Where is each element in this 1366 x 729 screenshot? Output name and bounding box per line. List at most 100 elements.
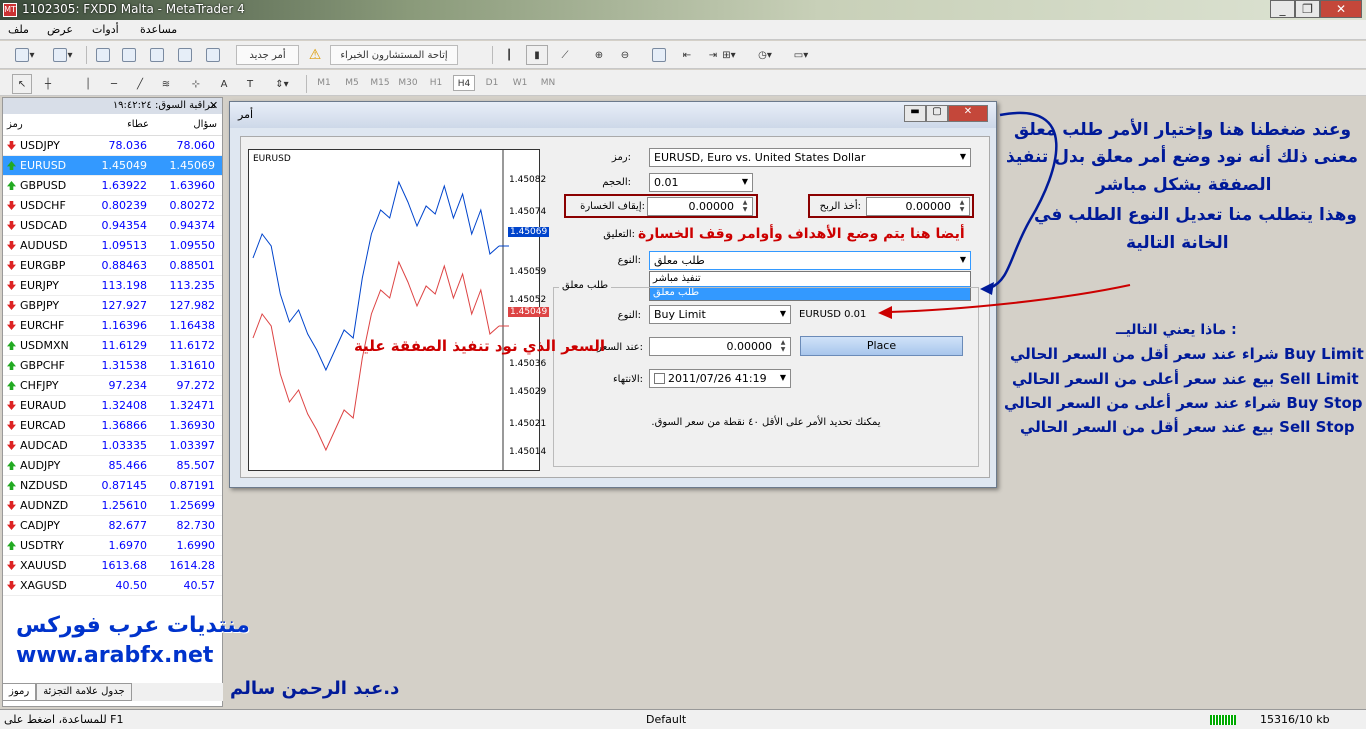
market-watch-row[interactable]: XAUUSD 1613.68 1614.28 bbox=[3, 556, 222, 576]
text-tool[interactable]: A bbox=[214, 74, 234, 94]
market-watch-row[interactable]: AUDNZD 1.25610 1.25699 bbox=[3, 496, 222, 516]
close-button[interactable]: ✕ bbox=[1320, 0, 1362, 18]
strategy-tester-button[interactable] bbox=[202, 45, 224, 65]
dialog-maximize-button[interactable]: ▢ bbox=[926, 105, 948, 122]
candles-button[interactable]: ▮ bbox=[526, 45, 548, 65]
zoom-out-button[interactable]: ⊖ bbox=[614, 45, 636, 65]
market-watch-row[interactable]: USDCHF 0.80239 0.80272 bbox=[3, 196, 222, 216]
data-window-button[interactable] bbox=[118, 45, 140, 65]
market-watch-row[interactable]: NZDUSD 0.87145 0.87191 bbox=[3, 476, 222, 496]
market-watch-row[interactable]: USDTRY 1.6970 1.6990 bbox=[3, 536, 222, 556]
tf-m30[interactable]: M30 bbox=[397, 75, 419, 91]
market-watch-row[interactable]: CADJPY 82.677 82.730 bbox=[3, 516, 222, 536]
place-button[interactable]: Place bbox=[800, 336, 963, 356]
cursor-tool[interactable]: ↖ bbox=[12, 74, 32, 94]
tab-symbols[interactable]: رموز bbox=[2, 683, 37, 701]
symbol-name: AUDNZD bbox=[20, 499, 69, 512]
pending-type-select[interactable]: Buy Limit bbox=[649, 305, 791, 324]
crosshair-tool[interactable]: ┼ bbox=[38, 74, 58, 94]
tf-mn[interactable]: MN bbox=[537, 75, 559, 91]
menu-help[interactable]: مساعدة bbox=[140, 23, 177, 36]
indicators-button[interactable]: ⊞▾ bbox=[714, 45, 744, 65]
maximize-button[interactable]: ❐ bbox=[1295, 0, 1320, 18]
channel-tool[interactable]: ≋ bbox=[156, 74, 176, 94]
market-watch-row[interactable]: EURUSD 1.45049 1.45069 bbox=[3, 156, 222, 176]
menu-view[interactable]: عرض bbox=[47, 23, 73, 36]
fibo-icon: ⊹ bbox=[191, 78, 201, 90]
fibo-tool[interactable]: ⊹ bbox=[186, 74, 206, 94]
market-watch-row[interactable]: AUDCAD 1.03335 1.03397 bbox=[3, 436, 222, 456]
stop-loss-input[interactable]: 0.00000 ▲ ▼ bbox=[647, 197, 753, 216]
dialog-minimize-button[interactable]: ▬ bbox=[904, 105, 926, 122]
tile-windows-button[interactable] bbox=[648, 45, 670, 65]
close-icon[interactable]: ✕ bbox=[209, 99, 218, 112]
symbol-select[interactable]: EURUSD, Euro vs. United States Dollar bbox=[649, 148, 971, 167]
line-chart-button[interactable]: ⟋ bbox=[554, 45, 576, 65]
option-instant-execution[interactable]: تنفيذ مباشر bbox=[650, 272, 970, 286]
market-watch-row[interactable]: AUDUSD 1.09513 1.09550 bbox=[3, 236, 222, 256]
market-watch-row[interactable]: EURGBP 0.88463 0.88501 bbox=[3, 256, 222, 276]
tf-m5[interactable]: M5 bbox=[341, 75, 363, 91]
tf-m1[interactable]: M1 bbox=[313, 75, 335, 91]
col-bid[interactable]: عطاء bbox=[85, 119, 153, 130]
new-order-button[interactable]: أمر جديد bbox=[236, 45, 299, 65]
vline-tool[interactable]: │ bbox=[78, 74, 98, 94]
market-watch-row[interactable]: GBPJPY 127.927 127.982 bbox=[3, 296, 222, 316]
market-watch-row[interactable]: EURCAD 1.36866 1.36930 bbox=[3, 416, 222, 436]
market-watch-button[interactable] bbox=[92, 45, 114, 65]
arrows-tool[interactable]: ⇕▾ bbox=[266, 74, 298, 94]
market-watch-row[interactable]: AUDJPY 85.466 85.507 bbox=[3, 456, 222, 476]
tf-w1[interactable]: W1 bbox=[509, 75, 531, 91]
take-profit-input[interactable]: 0.00000 ▲ ▼ bbox=[866, 197, 970, 216]
expiry-input[interactable]: 2011/07/26 41:19 bbox=[649, 369, 791, 388]
expiry-checkbox[interactable] bbox=[654, 373, 665, 384]
terminal-button[interactable] bbox=[174, 45, 196, 65]
new-chart-button[interactable]: ▾ bbox=[8, 45, 42, 65]
stop-loss-value: 0.00000 bbox=[688, 200, 735, 213]
spinner-icon[interactable]: ▲ ▼ bbox=[777, 339, 789, 354]
market-watch-row[interactable]: USDCAD 0.94354 0.94374 bbox=[3, 216, 222, 236]
expert-advisors-button[interactable]: إتاحة المستشارون الخبراء bbox=[330, 45, 458, 65]
market-watch-row[interactable]: EURJPY 113.198 113.235 bbox=[3, 276, 222, 296]
tf-m15[interactable]: M15 bbox=[369, 75, 391, 91]
horizontal-line-icon: ─ bbox=[110, 78, 118, 90]
market-watch-row[interactable]: CHFJPY 97.234 97.272 bbox=[3, 376, 222, 396]
minimize-button[interactable]: _ bbox=[1270, 0, 1295, 18]
bar-chart-button[interactable]: ┃ bbox=[498, 45, 520, 65]
symbol-name: XAGUSD bbox=[20, 579, 67, 592]
chart-shift-button[interactable]: ⇤ bbox=[676, 45, 698, 65]
meta-editor-button[interactable]: ⚠ bbox=[304, 45, 326, 65]
tf-h1[interactable]: H1 bbox=[425, 75, 447, 91]
volume-select[interactable]: 0.01 bbox=[649, 173, 753, 192]
tf-d1[interactable]: D1 bbox=[481, 75, 503, 91]
market-watch-row[interactable]: EURAUD 1.32408 1.32471 bbox=[3, 396, 222, 416]
tf-h4[interactable]: H4 bbox=[453, 75, 475, 91]
templates-button[interactable]: ▭▾ bbox=[786, 45, 816, 65]
label-tool[interactable]: T bbox=[240, 74, 260, 94]
market-watch-row[interactable]: USDMXN 11.6129 11.6172 bbox=[3, 336, 222, 356]
arrow-down-icon bbox=[7, 421, 16, 430]
market-watch-row[interactable]: GBPUSD 1.63922 1.63960 bbox=[3, 176, 222, 196]
dialog-close-button[interactable]: ✕ bbox=[948, 105, 988, 122]
market-watch-row[interactable]: USDJPY 78.036 78.060 bbox=[3, 136, 222, 156]
market-watch-row[interactable]: GBPCHF 1.31538 1.31610 bbox=[3, 356, 222, 376]
spinner-icon[interactable]: ▲ ▼ bbox=[956, 199, 968, 214]
periods-button[interactable]: ◷▾ bbox=[750, 45, 780, 65]
profiles-button[interactable]: ▾ bbox=[46, 45, 80, 65]
trendline-tool[interactable]: ╱ bbox=[130, 74, 150, 94]
clock-icon: ◷▾ bbox=[758, 49, 772, 61]
market-watch-row[interactable]: EURCHF 1.16396 1.16438 bbox=[3, 316, 222, 336]
navigator-button[interactable] bbox=[146, 45, 168, 65]
hline-tool[interactable]: ─ bbox=[104, 74, 124, 94]
spinner-icon[interactable]: ▲ ▼ bbox=[739, 199, 751, 214]
order-type-select[interactable]: طلب معلق bbox=[649, 251, 971, 270]
col-symbol[interactable]: رمز bbox=[3, 119, 85, 130]
menu-file[interactable]: ملف bbox=[8, 23, 29, 36]
zoom-in-button[interactable]: ⊕ bbox=[588, 45, 610, 65]
tab-tick-chart[interactable]: جدول علامة التجزئة bbox=[36, 683, 132, 701]
ask-value: 85.507 bbox=[176, 459, 216, 472]
at-price-input[interactable]: 0.00000 ▲ ▼ bbox=[649, 337, 791, 356]
menu-tools[interactable]: أدوات bbox=[92, 23, 119, 36]
market-watch-row[interactable]: XAGUSD 40.50 40.57 bbox=[3, 576, 222, 596]
col-ask[interactable]: سؤال bbox=[153, 119, 221, 130]
